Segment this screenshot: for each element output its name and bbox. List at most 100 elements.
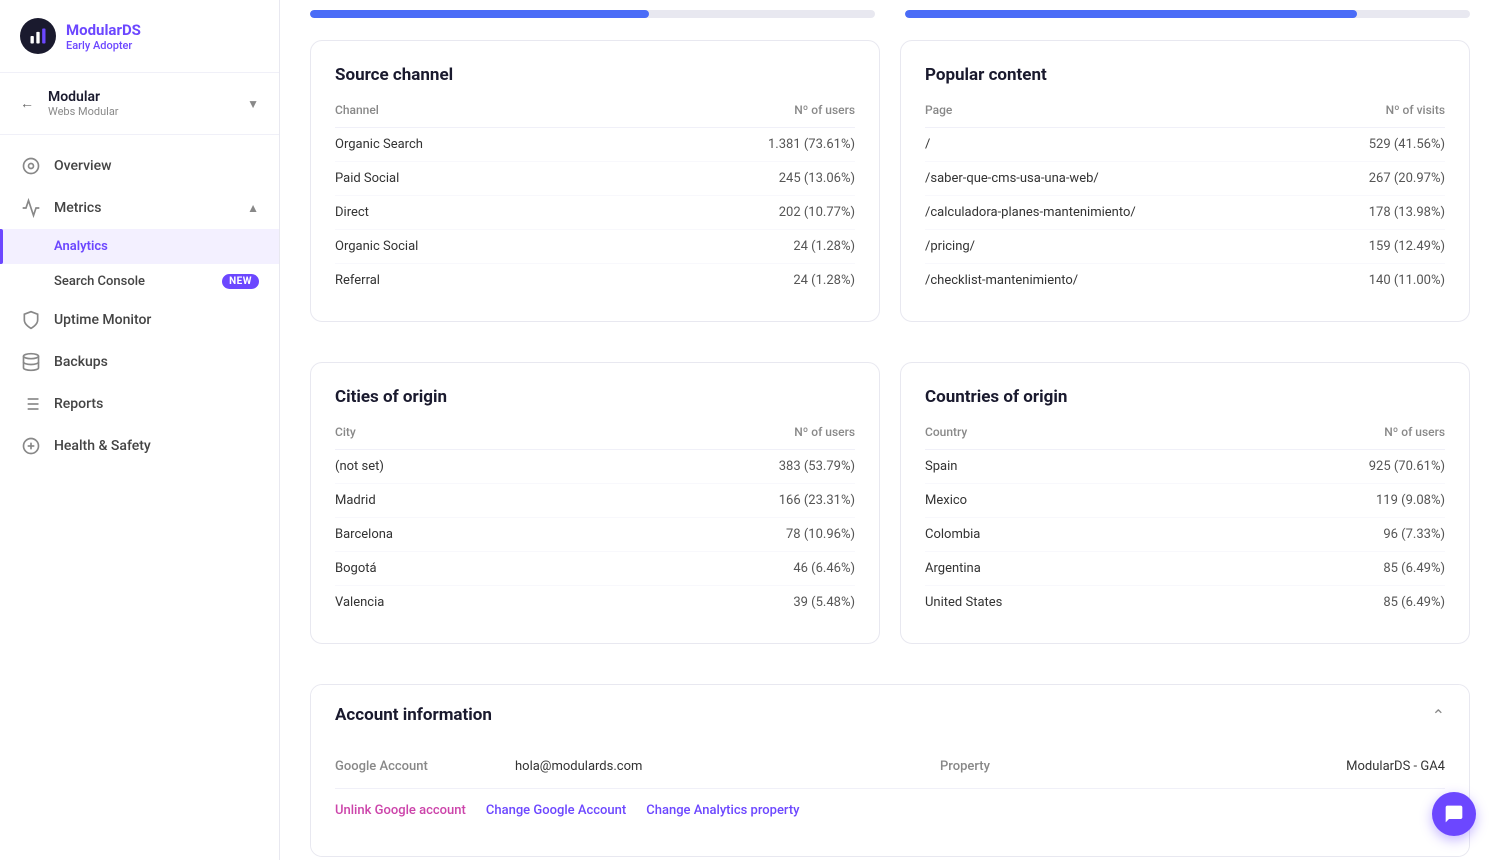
sidebar-item-label-reports: Reports bbox=[54, 396, 103, 412]
overview-icon bbox=[20, 155, 42, 177]
table-row: /pricing/159 (12.49%) bbox=[925, 230, 1445, 264]
logo-area: ModularDS Early Adopter bbox=[0, 0, 279, 73]
cities-table: City Nº of users (not set)383 (53.79%)Ma… bbox=[335, 425, 855, 619]
metrics-icon bbox=[20, 197, 42, 219]
table-row: Colombia96 (7.33%) bbox=[925, 518, 1445, 552]
property-value: ModularDS - GA4 bbox=[1060, 759, 1445, 774]
table-row: Barcelona78 (10.96%) bbox=[335, 518, 855, 552]
countries-col1: Country bbox=[925, 425, 1187, 450]
table-row: /checklist-mantenimiento/140 (11.00%) bbox=[925, 264, 1445, 298]
account-info-row: Google Account hola@modulards.com Proper… bbox=[335, 745, 1445, 789]
content-area: Source channel Channel Nº of users Organ… bbox=[280, 20, 1500, 860]
account-body: Google Account hola@modulards.com Proper… bbox=[311, 745, 1469, 856]
workspace-texts: Modular Webs Modular bbox=[48, 89, 119, 118]
cities-col2: Nº of users bbox=[560, 425, 855, 450]
table-row: Organic Social24 (1.28%) bbox=[335, 230, 855, 264]
sidebar-item-uptime[interactable]: Uptime Monitor bbox=[0, 299, 279, 341]
table-row: United States85 (6.49%) bbox=[925, 586, 1445, 620]
account-section-title: Account information bbox=[335, 705, 492, 725]
google-account-value: hola@modulards.com bbox=[515, 759, 900, 774]
app-name-highlight: DS bbox=[122, 21, 141, 39]
table-row: Paid Social245 (13.06%) bbox=[335, 162, 855, 196]
sidebar-item-label-metrics: Metrics bbox=[54, 200, 101, 216]
countries-title: Countries of origin bbox=[925, 387, 1445, 407]
table-row: (not set)383 (53.79%) bbox=[335, 450, 855, 484]
source-channel-col1: Channel bbox=[335, 103, 596, 128]
table-row: Bogotá46 (6.46%) bbox=[335, 552, 855, 586]
account-header[interactable]: Account information ⌃ bbox=[311, 685, 1469, 745]
progress-bar-2 bbox=[905, 10, 1470, 18]
chat-button[interactable] bbox=[1432, 792, 1476, 836]
workspace-selector[interactable]: ← Modular Webs Modular ▼ bbox=[0, 73, 279, 135]
popular-content-col2: Nº of visits bbox=[1307, 103, 1445, 128]
main-content: Source channel Channel Nº of users Organ… bbox=[280, 0, 1500, 860]
sidebar-item-label-health: Health & Safety bbox=[54, 438, 151, 454]
countries-col2: Nº of users bbox=[1187, 425, 1445, 450]
table-row: /529 (41.56%) bbox=[925, 128, 1445, 162]
sidebar-item-health[interactable]: Health & Safety bbox=[0, 425, 279, 467]
cities-title: Cities of origin bbox=[335, 387, 855, 407]
property-label: Property bbox=[940, 759, 1060, 774]
table-row: Mexico119 (9.08%) bbox=[925, 484, 1445, 518]
account-actions-row: Unlink Google account Change Google Acco… bbox=[335, 789, 1445, 832]
unlink-google-account-link[interactable]: Unlink Google account bbox=[335, 803, 466, 818]
sidebar-item-overview[interactable]: Overview bbox=[0, 145, 279, 187]
logo-icon bbox=[20, 18, 56, 54]
popular-content-table: Page Nº of visits /529 (41.56%)/saber-qu… bbox=[925, 103, 1445, 297]
metrics-chevron-icon: ▲ bbox=[247, 201, 259, 215]
table-row: /calculadora-planes-mantenimiento/178 (1… bbox=[925, 196, 1445, 230]
popular-content-title: Popular content bbox=[925, 65, 1445, 85]
uptime-icon bbox=[20, 309, 42, 331]
sidebar-item-backups[interactable]: Backups bbox=[0, 341, 279, 383]
table-row: /saber-que-cms-usa-una-web/267 (20.97%) bbox=[925, 162, 1445, 196]
workspace-name: Modular bbox=[48, 89, 119, 105]
app-name: Modular bbox=[66, 21, 122, 39]
new-badge: NEW bbox=[222, 274, 259, 289]
source-channel-col2: Nº of users bbox=[596, 103, 855, 128]
app-badge: Early Adopter bbox=[66, 39, 141, 52]
sidebar: ModularDS Early Adopter ← Modular Webs M… bbox=[0, 0, 280, 860]
countries-card: Countries of origin Country Nº of users … bbox=[900, 362, 1470, 644]
sidebar-item-metrics[interactable]: Metrics ▲ bbox=[0, 187, 279, 229]
backups-icon bbox=[20, 351, 42, 373]
workspace-sub: Webs Modular bbox=[48, 105, 119, 118]
top-sections-row: Source channel Channel Nº of users Organ… bbox=[310, 40, 1470, 342]
cities-col1: City bbox=[335, 425, 560, 450]
cities-card: Cities of origin City Nº of users (not s… bbox=[310, 362, 880, 644]
sidebar-item-label-backups: Backups bbox=[54, 354, 108, 370]
countries-table: Country Nº of users Spain925 (70.61%)Mex… bbox=[925, 425, 1445, 619]
logo-text: ModularDS Early Adopter bbox=[66, 21, 141, 52]
back-arrow: ← bbox=[20, 95, 34, 112]
sidebar-item-reports[interactable]: Reports bbox=[0, 383, 279, 425]
account-section: Account information ⌃ Google Account hol… bbox=[310, 684, 1470, 857]
progress-bar-fill-1 bbox=[310, 10, 649, 18]
health-icon bbox=[20, 435, 42, 457]
chevron-down-icon: ▼ bbox=[247, 97, 259, 111]
change-analytics-property-link[interactable]: Change Analytics property bbox=[646, 803, 799, 818]
progress-bars-area bbox=[280, 0, 1500, 20]
sidebar-item-label-search-console: Search Console bbox=[54, 274, 145, 289]
table-row: Valencia39 (5.48%) bbox=[335, 586, 855, 620]
table-row: Madrid166 (23.31%) bbox=[335, 484, 855, 518]
google-account-label: Google Account bbox=[335, 759, 515, 774]
sidebar-item-search-console[interactable]: Search Console NEW bbox=[0, 264, 279, 299]
source-channel-table: Channel Nº of users Organic Search1.381 … bbox=[335, 103, 855, 297]
sidebar-item-label-uptime: Uptime Monitor bbox=[54, 312, 151, 328]
reports-icon bbox=[20, 393, 42, 415]
bottom-sections-row: Cities of origin City Nº of users (not s… bbox=[310, 362, 1470, 664]
popular-content-card: Popular content Page Nº of visits /529 (… bbox=[900, 40, 1470, 322]
table-row: Organic Search1.381 (73.61%) bbox=[335, 128, 855, 162]
sidebar-item-label-overview: Overview bbox=[54, 158, 111, 174]
source-channel-title: Source channel bbox=[335, 65, 855, 85]
change-google-account-link[interactable]: Change Google Account bbox=[486, 803, 626, 818]
table-row: Spain925 (70.61%) bbox=[925, 450, 1445, 484]
workspace-info: ← Modular Webs Modular bbox=[20, 89, 119, 118]
sidebar-item-label-analytics: Analytics bbox=[54, 239, 108, 254]
source-channel-card: Source channel Channel Nº of users Organ… bbox=[310, 40, 880, 322]
popular-content-col1: Page bbox=[925, 103, 1307, 128]
table-row: Referral24 (1.28%) bbox=[335, 264, 855, 298]
sidebar-item-analytics[interactable]: Analytics bbox=[0, 229, 279, 264]
account-chevron-icon: ⌃ bbox=[1432, 706, 1445, 725]
progress-bar-fill-2 bbox=[905, 10, 1357, 18]
nav-section: Overview Metrics ▲ Analytics Search Cons… bbox=[0, 135, 279, 477]
